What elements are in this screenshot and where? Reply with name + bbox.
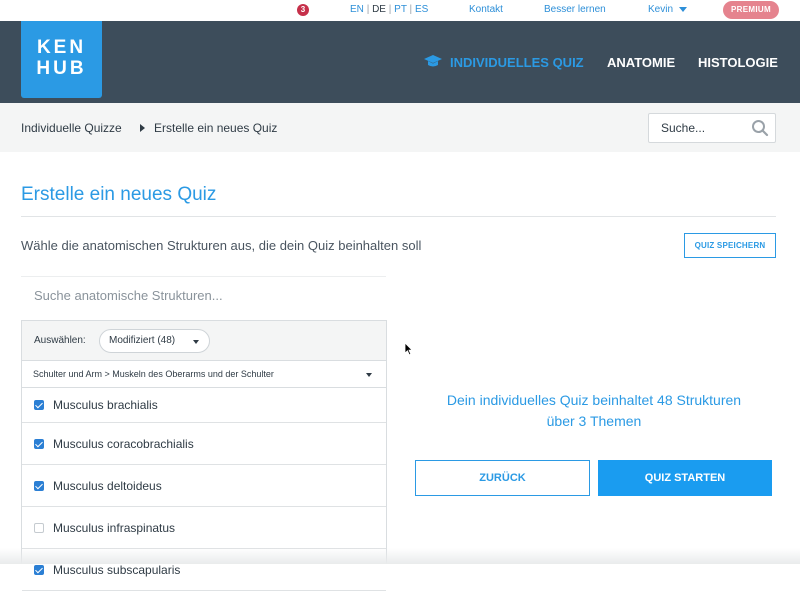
language-es[interactable]: ES — [415, 4, 428, 15]
mouse-cursor-icon — [404, 342, 413, 356]
structure-item[interactable]: Musculus brachialis — [22, 388, 386, 423]
structure-label: Musculus deltoideus — [53, 478, 162, 493]
save-quiz-button[interactable]: QUIZ SPEICHERN — [684, 233, 776, 258]
breadcrumb-bar: Individuelle Quizze Erstelle ein neues Q… — [0, 103, 800, 152]
caret-down-icon — [193, 340, 199, 344]
caret-down-icon — [366, 373, 372, 377]
summary-line-1: Dein individuelles Quiz beinhaltet 48 St… — [446, 392, 742, 408]
structure-label: Musculus subscapularis — [53, 562, 181, 577]
structure-selector-panel: Auswählen: Modifiziert (48) Schulter und… — [21, 320, 387, 591]
structure-item[interactable]: Musculus deltoideus — [22, 465, 386, 507]
selector-header: Auswählen: Modifiziert (48) — [22, 321, 386, 361]
notification-badge[interactable]: 3 — [297, 4, 309, 16]
language-pt[interactable]: PT — [394, 4, 407, 15]
summary-line-2: über 3 Themen — [546, 413, 642, 429]
start-quiz-button[interactable]: QUIZ STARTEN — [598, 460, 772, 496]
bottom-fade — [0, 548, 800, 564]
page-subtitle: Wähle die anatomischen Strukturen aus, d… — [21, 238, 422, 253]
search-input[interactable] — [649, 114, 749, 142]
premium-button[interactable]: PREMIUM — [723, 1, 779, 19]
chevron-right-icon — [140, 124, 145, 132]
site-search — [648, 113, 776, 143]
breadcrumb-current: Erstelle ein neues Quiz — [154, 121, 278, 135]
selection-filter-dropdown[interactable]: Modifiziert (48) — [99, 329, 210, 353]
structure-item[interactable]: Musculus coracobrachialis — [22, 423, 386, 465]
checkbox-checked[interactable] — [34, 564, 44, 575]
category-dropdown[interactable]: Schulter und Arm > Muskeln des Oberarms … — [22, 361, 386, 388]
category-label: Schulter und Arm > Muskeln des Oberarms … — [33, 369, 274, 379]
structure-item[interactable]: Musculus infraspinatus — [22, 507, 386, 549]
checkbox-checked[interactable] — [34, 400, 44, 410]
structure-search-input[interactable] — [21, 277, 386, 314]
structure-search — [21, 276, 386, 314]
checkbox-checked[interactable] — [34, 480, 44, 491]
language-separator: | — [388, 4, 392, 15]
page-title: Erstelle ein neues Quiz — [21, 184, 217, 205]
main-navigation: KEN HUB INDIVIDUELLES QUIZ ANATOMIE HIST… — [0, 21, 800, 103]
checkbox-checked[interactable] — [34, 438, 44, 449]
caret-down-icon — [679, 6, 688, 12]
logo-line-1: KEN — [36, 37, 87, 58]
contact-link[interactable]: Kontakt — [469, 4, 503, 15]
select-label: Auswählen: — [34, 335, 86, 346]
language-separator: | — [366, 4, 370, 15]
structure-label: Musculus coracobrachialis — [53, 436, 194, 451]
top-bar: 3 EN | DE | PT | ES Kontakt Besser lerne… — [0, 0, 800, 21]
title-divider — [21, 216, 776, 217]
user-menu[interactable]: Kevin — [648, 4, 688, 15]
back-button[interactable]: ZURÜCK — [415, 460, 590, 496]
search-icon[interactable] — [751, 119, 769, 137]
structure-label: Musculus infraspinatus — [53, 520, 176, 535]
graduation-cap-icon — [424, 55, 442, 67]
checkbox-unchecked[interactable] — [34, 522, 44, 533]
nav-individual-quiz[interactable]: INDIVIDUELLES QUIZ — [450, 55, 584, 70]
logo-line-2: HUB — [36, 58, 87, 79]
user-name: Kevin — [648, 4, 674, 15]
language-switcher: EN | DE | PT | ES — [350, 4, 428, 15]
learn-better-link[interactable]: Besser lernen — [544, 4, 606, 15]
language-separator: | — [409, 4, 413, 15]
kenhub-logo[interactable]: KEN HUB — [21, 21, 102, 98]
language-en[interactable]: EN — [350, 4, 364, 15]
language-de[interactable]: DE — [372, 4, 386, 15]
breadcrumb-individual-quizzes[interactable]: Individuelle Quizze — [21, 121, 122, 135]
nav-histology[interactable]: HISTOLOGIE — [698, 55, 778, 70]
quiz-summary: Dein individuelles Quiz beinhaltet 48 St… — [400, 390, 788, 432]
nav-anatomy[interactable]: ANATOMIE — [607, 55, 675, 70]
structure-label: Musculus brachialis — [53, 398, 158, 412]
dropdown-value: Modifiziert (48) — [109, 335, 176, 346]
